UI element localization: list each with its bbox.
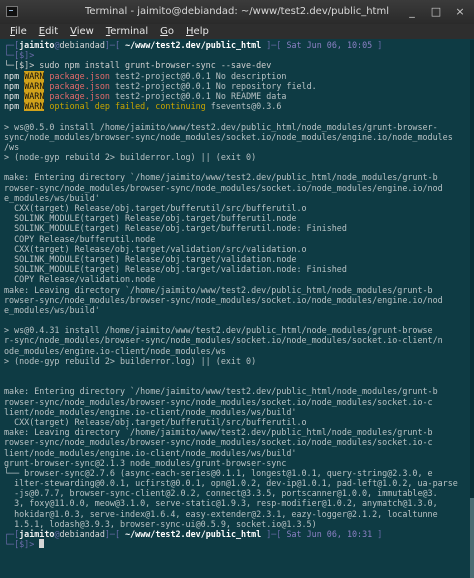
- output-line: CXX(target) Release/obj.target/validatio…: [4, 243, 307, 254]
- output-line: make: Entering directory `/home/jaimito/…: [4, 172, 438, 183]
- output-line: rowser-sync/node_modules/browser-sync/no…: [4, 396, 433, 407]
- output-line: SOLINK_MODULE(target) Release/obj.target…: [4, 223, 347, 234]
- command-line: └─[$]> sudo npm install grunt-browser-sy…: [4, 60, 272, 71]
- warn-badge: WARN: [24, 70, 45, 81]
- warn-badge: WARN: [24, 90, 45, 101]
- output-line: /ws: [4, 141, 20, 152]
- prompt-host: debiandad: [59, 40, 105, 50]
- output-line: make: Leaving directory `/home/jaimito/w…: [4, 284, 433, 295]
- maximize-icon[interactable]: □: [428, 4, 444, 20]
- scrollbar-thumb[interactable]: [470, 498, 474, 578]
- npm-warning-line: npm WARN package.json test2-project@0.0.…: [4, 80, 317, 91]
- menu-file[interactable]: File: [10, 24, 27, 39]
- prompt-date: Sat Jun 06, 10:05: [286, 40, 373, 50]
- menu-edit[interactable]: Edit: [39, 24, 58, 39]
- prompt-user: jaimito: [19, 40, 55, 50]
- prompt-path: ~/www/test2.dev/public_html: [125, 529, 262, 539]
- output-line: e_modules/ws/build': [4, 304, 100, 315]
- output-line: hokidar@1.0.3, serve-index@1.6.4, easy-e…: [4, 508, 438, 519]
- scrollbar[interactable]: [470, 40, 474, 578]
- terminal-output[interactable]: ┌─[jaimito@debiandad]─[ ~/www/test2.dev/…: [4, 40, 470, 578]
- warn-badge: WARN: [24, 80, 45, 91]
- prompt-line-2: └─[$]>: [4, 539, 470, 549]
- output-line: rowser-sync/node_modules/browser-sync/no…: [4, 182, 443, 193]
- output-line: rowser-sync/node_modules/browser-sync/no…: [4, 294, 443, 305]
- output-line: rowser-sync/node_modules/browser-sync/no…: [4, 437, 433, 448]
- menu-go[interactable]: Go: [160, 24, 174, 39]
- output-line: lient/node_modules/engine.io-client/node…: [4, 406, 297, 417]
- npm-warning-line: npm WARN package.json test2-project@0.0.…: [4, 70, 287, 81]
- output-line: make: Entering directory `/home/jaimito/…: [4, 386, 438, 397]
- terminal-window: Terminal - jaimito@debiandad: ~/www/test…: [0, 0, 474, 578]
- output-line: > (node-gyp rebuild 2> builderror.log) |…: [4, 355, 257, 366]
- output-line: COPY Release/validation.node: [4, 274, 156, 285]
- close-icon[interactable]: ×: [452, 4, 468, 20]
- menu-bar: File Edit View Terminal Go Help: [0, 24, 474, 39]
- prompt-line: ┌─[jaimito@debiandad]─[ ~/www/test2.dev/…: [4, 40, 383, 50]
- output-line: r-sync/node_modules/browser-sync/node_mo…: [4, 335, 443, 346]
- output-line: SOLINK_MODULE(target) Release/obj.target…: [4, 253, 297, 264]
- output-line: CXX(target) Release/obj.target/bufferuti…: [4, 203, 307, 213]
- output-line: grunt-browser-sync@2.1.3 node_modules/gr…: [4, 457, 287, 468]
- title-bar[interactable]: Terminal - jaimito@debiandad: ~/www/test…: [0, 0, 474, 24]
- menu-view[interactable]: View: [70, 24, 94, 39]
- minimize-icon[interactable]: _: [404, 4, 420, 20]
- output-line: lient/node_modules/engine.io-client/node…: [4, 447, 297, 458]
- warn-badge: WARN: [24, 101, 45, 112]
- output-line: > (node-gyp rebuild 2> builderror.log) |…: [4, 152, 257, 163]
- output-line: ode_modules/engine.io-client/node_module…: [4, 345, 226, 356]
- window-title: Terminal - jaimito@debiandad: ~/www/test…: [85, 6, 389, 17]
- prompt-user: jaimito: [19, 529, 55, 539]
- output-line: > ws@0.4.31 install /home/jaimito/www/te…: [4, 325, 433, 336]
- prompt-path: ~/www/test2.dev/public_html: [125, 40, 262, 50]
- output-line: SOLINK_MODULE(target) Release/obj.target…: [4, 264, 347, 275]
- output-line: e_modules/ws/build': [4, 192, 100, 203]
- output-line: ilter-stewarding@0.0.1, ucfirst@0.0.1, o…: [4, 478, 458, 489]
- npm-warning-line: npm WARN package.json test2-project@0.0.…: [4, 90, 287, 101]
- output-line: 3, foxy@11.0.0, meow@3.1.0, serve-static…: [4, 498, 438, 509]
- output-line: CXX(target) Release/obj.target/bufferuti…: [4, 416, 307, 427]
- menu-help[interactable]: Help: [186, 24, 209, 39]
- output-line: > ws@0.5.0 install /home/jaimito/www/tes…: [4, 121, 438, 132]
- output-line: COPY Release/bufferutil.node: [4, 233, 156, 244]
- text-cursor: [39, 539, 45, 549]
- prompt-host: debiandad: [59, 529, 105, 539]
- output-line: └── browser-sync@2.7.6 (async-each-serie…: [4, 467, 433, 478]
- prompt-line-2: └─[$]>: [4, 50, 35, 61]
- output-line: -js@0.7.7, browser-sync-client@2.0.2, co…: [4, 488, 438, 499]
- window-controls: _ □ ×: [404, 4, 468, 20]
- menu-terminal[interactable]: Terminal: [106, 24, 148, 39]
- build-output: > ws@0.5.0 install /home/jaimito/www/tes…: [4, 111, 470, 529]
- output-line: 1.5.1, lodash@3.9.3, browser-sync-ui@0.5…: [4, 518, 317, 529]
- output-line: make: Leaving directory `/home/jaimito/w…: [4, 427, 433, 438]
- output-line: sync/node_modules/browser-sync/node_modu…: [4, 131, 453, 142]
- prompt-date: Sat Jun 06, 10:31: [286, 529, 373, 539]
- npm-warning-line: npm WARN optional dep failed, continuing…: [4, 101, 282, 112]
- prompt-line: ┌─[jaimito@debiandad]─[ ~/www/test2.dev/…: [4, 529, 383, 539]
- output-line: SOLINK_MODULE(target) Release/obj.target…: [4, 213, 297, 224]
